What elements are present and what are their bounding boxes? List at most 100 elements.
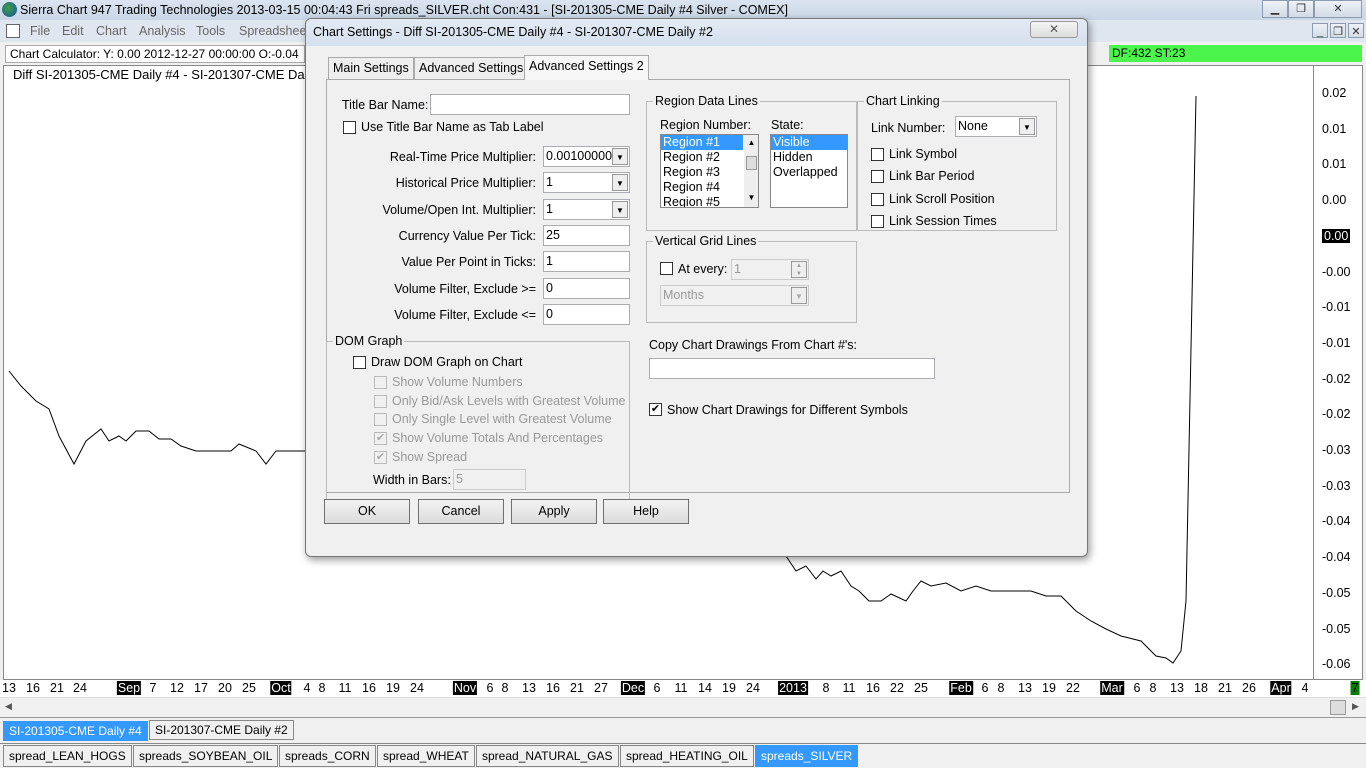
date-axis-label: Dec <box>620 681 646 695</box>
minimize-icon[interactable]: ▁ <box>1262 0 1288 18</box>
date-axis: 13 16 21 24 Sep 7 12 17 20 25 Oct 4 8 11 16 19 24 Nov 6 8 13… <box>0 680 1366 697</box>
dropdown-arrow-icon[interactable]: ▼ <box>612 200 628 218</box>
dropdown-arrow-icon[interactable]: ▼ <box>791 287 807 304</box>
field-label: Real-Time Price Multiplier: <box>389 150 536 164</box>
state-list-item[interactable]: Visible <box>771 135 847 150</box>
field-input[interactable]: 0.00100000 ▼ <box>543 146 630 167</box>
price-axis-label: 0.00 <box>1322 228 1351 243</box>
field-label: Volume Filter, Exclude >= <box>394 281 536 296</box>
dialog-title: Chart Settings - Diff SI-201305-CME Dail… <box>306 19 1087 46</box>
mdi-restore-icon[interactable]: ❐ <box>1330 23 1346 38</box>
menu-analysis[interactable]: Analysis <box>139 20 186 42</box>
region-list-item[interactable]: Region #5 <box>661 195 743 207</box>
date-axis-label: 6 <box>981 681 989 695</box>
grid-unit-select[interactable]: Months ▼ <box>660 285 809 306</box>
field-input[interactable]: 0 <box>543 277 630 299</box>
price-axis-label: -0.04 <box>1322 550 1351 565</box>
scroll-thumb[interactable] <box>1330 700 1346 715</box>
date-axis-label: 16 <box>362 681 376 695</box>
close-icon[interactable]: ✕ <box>1314 0 1362 18</box>
state-list-item[interactable]: Overlapped <box>771 165 847 180</box>
region-number-list[interactable]: ▲ ▼ Region #1 Region #2 Region #3 Region #4 R… <box>660 134 759 208</box>
state-list-item[interactable]: Hidden <box>771 150 847 165</box>
dom-option-label: Show Spread <box>392 449 468 464</box>
field-input[interactable]: 0 <box>543 303 630 325</box>
horizontal-scrollbar[interactable]: ◀ ▶ <box>0 697 1366 717</box>
help-button[interactable]: Help <box>603 499 689 524</box>
link-number-value: None <box>958 119 988 133</box>
link-option-checkbox[interactable] <box>871 170 884 184</box>
chartbook-tab[interactable]: spreads_CORN <box>279 745 376 767</box>
restore-icon[interactable]: ❐ <box>1288 0 1314 18</box>
menu-tools[interactable]: Tools <box>196 20 225 42</box>
chartbook-tab[interactable]: spread_WHEAT <box>377 745 475 767</box>
width-in-bars-label: Width in Bars: <box>373 473 451 487</box>
chart-tab[interactable]: SI-201307-CME Daily #2 <box>149 720 294 740</box>
link-number-select[interactable]: None ▼ <box>955 116 1037 137</box>
scroll-left-icon[interactable]: ◀ <box>5 701 12 712</box>
price-axis-label: -0.04 <box>1322 514 1351 529</box>
field-label: Historical Price Multiplier: <box>395 176 536 191</box>
mdi-close-icon[interactable]: ✕ <box>1348 23 1364 38</box>
chartbook-tab[interactable]: spreads_SILVER <box>755 745 859 767</box>
chart-tab[interactable]: SI-201305-CME Daily #4 <box>3 721 148 741</box>
apply-button[interactable]: Apply <box>511 499 597 524</box>
dom-option-checkbox[interactable]: ✔ <box>374 450 387 464</box>
date-axis-label: 21 <box>1218 681 1232 695</box>
menu-file[interactable]: File <box>30 20 50 42</box>
region-list-item[interactable]: Region #3 <box>661 165 743 180</box>
chartbook-tab[interactable]: spread_LEAN_HOGS <box>3 745 132 767</box>
date-axis-label: 25 <box>914 681 928 695</box>
dom-option-checkbox[interactable] <box>374 394 387 408</box>
state-list[interactable]: Visible Hidden Overlapped <box>770 134 848 208</box>
chartbook-tab[interactable]: spread_HEATING_OIL <box>620 745 754 767</box>
region-list-item[interactable]: Region #4 <box>661 180 743 195</box>
field-value: 1 <box>546 254 553 269</box>
region-list-item[interactable]: Region #1 <box>661 135 743 150</box>
region-list-item[interactable]: Region #2 <box>661 150 743 165</box>
at-every-checkbox[interactable] <box>660 262 673 275</box>
scroll-right-icon[interactable]: ▶ <box>1352 701 1359 712</box>
link-option-checkbox[interactable] <box>871 148 884 161</box>
tab-advanced-settings[interactable]: Advanced Settings <box>414 57 529 79</box>
tab-advanced-settings-2[interactable]: Advanced Settings 2 <box>524 55 649 80</box>
dialog-close-button[interactable]: ✕ <box>1030 21 1078 38</box>
draw-dom-graph-checkbox[interactable] <box>353 356 366 369</box>
grid-unit-value: Months <box>663 288 704 302</box>
mdi-minimize-icon[interactable]: _ <box>1312 23 1328 38</box>
link-option-label: Link Scroll Position <box>889 191 995 206</box>
dom-option-checkbox[interactable]: ✔ <box>374 432 387 446</box>
region-list-scrollbar[interactable]: ▲ ▼ <box>744 135 758 207</box>
field-input[interactable]: 25 <box>543 224 630 246</box>
tab-main-settings[interactable]: Main Settings <box>328 57 414 79</box>
dropdown-arrow-icon[interactable]: ▼ <box>1019 118 1035 135</box>
width-in-bars-input[interactable]: 5 <box>453 469 526 490</box>
dropdown-arrow-icon[interactable]: ▼ <box>612 174 628 192</box>
dropdown-arrow-icon[interactable]: ▼ <box>612 148 628 165</box>
link-option-checkbox[interactable] <box>871 214 884 228</box>
chartbook-tab[interactable]: spread_NATURAL_GAS <box>476 745 619 767</box>
scroll-thumb[interactable] <box>746 156 757 170</box>
menu-edit[interactable]: Edit <box>62 20 84 42</box>
show-drawings-checkbox[interactable]: ✔ <box>649 403 662 416</box>
title-bar-name-input[interactable] <box>430 94 630 115</box>
dom-option-checkbox[interactable] <box>374 376 387 389</box>
dom-option-checkbox[interactable] <box>374 413 387 427</box>
dom-option-label: Only Single Level with Greatest Volume <box>392 412 612 427</box>
date-axis-label: 13 <box>2 681 16 695</box>
menu-chart[interactable]: Chart <box>96 20 127 42</box>
chartbook-tabs: spread_LEAN_HOGS spreads_SOYBEAN_OIL sprea… <box>0 743 1366 768</box>
cancel-button[interactable]: Cancel <box>418 499 504 524</box>
system-menu-icon[interactable] <box>6 24 20 38</box>
link-option-checkbox[interactable] <box>871 192 884 206</box>
field-input[interactable]: 1 <box>543 251 630 273</box>
ok-button[interactable]: OK <box>324 499 410 524</box>
field-input[interactable]: 1 ▼ <box>543 198 630 220</box>
menu-spreadsheet[interactable]: Spreadsheet <box>239 20 310 42</box>
use-title-tab-label-checkbox[interactable] <box>343 121 356 134</box>
field-input[interactable]: 1 ▼ <box>543 172 630 194</box>
at-every-input[interactable]: 1 ▲ ▼ <box>731 259 809 280</box>
spinner-icon[interactable]: ▲ ▼ <box>791 261 807 278</box>
chartbook-tab[interactable]: spreads_SOYBEAN_OIL <box>133 745 279 767</box>
copy-drawings-input[interactable] <box>649 358 935 379</box>
